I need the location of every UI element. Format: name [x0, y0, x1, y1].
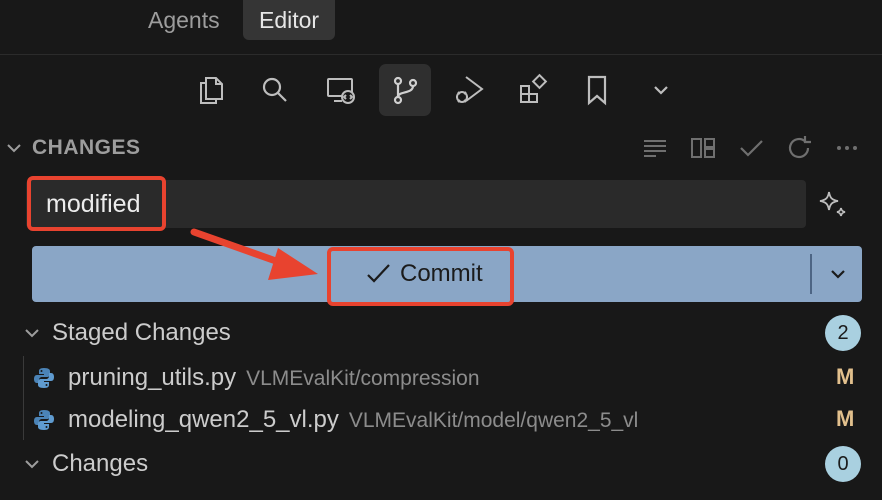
chevron-down-icon: [25, 460, 39, 469]
changes-count-badge: 0: [825, 446, 861, 482]
refresh-icon[interactable]: [784, 133, 814, 163]
file-row[interactable]: pruning_utils.py VLMEvalKit/compression M: [0, 358, 882, 398]
chevron-down-icon: [7, 144, 21, 153]
highlight-box-commit: [327, 247, 514, 306]
file-status-modified: M: [836, 364, 855, 389]
run-debug-icon[interactable]: [443, 64, 495, 116]
check-icon[interactable]: [736, 133, 766, 163]
file-path: VLMEvalKit/compression: [246, 367, 480, 390]
python-file-icon: [34, 410, 54, 430]
chevron-down-icon[interactable]: [826, 262, 850, 286]
extensions-icon[interactable]: [507, 64, 559, 116]
file-row[interactable]: modeling_qwen2_5_vl.py VLMEvalKit/model/q…: [0, 400, 882, 440]
staged-count-badge: 2: [825, 315, 861, 351]
source-control-icon[interactable]: [379, 64, 431, 116]
chevron-down-icon[interactable]: [635, 64, 687, 116]
changes-group[interactable]: Changes 0: [0, 446, 882, 482]
tab-editor[interactable]: Editor: [243, 0, 336, 40]
file-name: modeling_qwen2_5_vl.py VLMEvalKit/model/q…: [68, 406, 639, 433]
files-icon[interactable]: [185, 64, 237, 116]
remote-explorer-icon[interactable]: [315, 64, 367, 116]
file-status-modified: M: [836, 406, 855, 431]
search-icon[interactable]: [249, 64, 301, 116]
staged-changes-label: Staged Changes: [52, 319, 231, 346]
tab-agents[interactable]: Agents: [132, 0, 236, 40]
section-title: CHANGES: [32, 136, 141, 159]
list-view-icon[interactable]: [640, 133, 670, 163]
highlight-box-message: [27, 176, 166, 231]
top-bar: Agents Editor: [0, 0, 882, 55]
split-view-icon[interactable]: [688, 133, 718, 163]
file-path: VLMEvalKit/model/qwen2_5_vl: [348, 409, 639, 432]
changes-section-header[interactable]: CHANGES: [0, 130, 882, 166]
staged-changes-group[interactable]: Staged Changes 2: [0, 315, 882, 351]
python-file-icon: [34, 368, 54, 388]
sparkle-icon[interactable]: [814, 186, 850, 222]
commit-divider: [810, 254, 812, 294]
chevron-down-icon: [25, 329, 39, 338]
more-icon[interactable]: [832, 133, 862, 163]
file-name: pruning_utils.py VLMEvalKit/compression: [68, 364, 480, 391]
changes-label: Changes: [52, 450, 149, 477]
bookmark-icon[interactable]: [571, 64, 623, 116]
